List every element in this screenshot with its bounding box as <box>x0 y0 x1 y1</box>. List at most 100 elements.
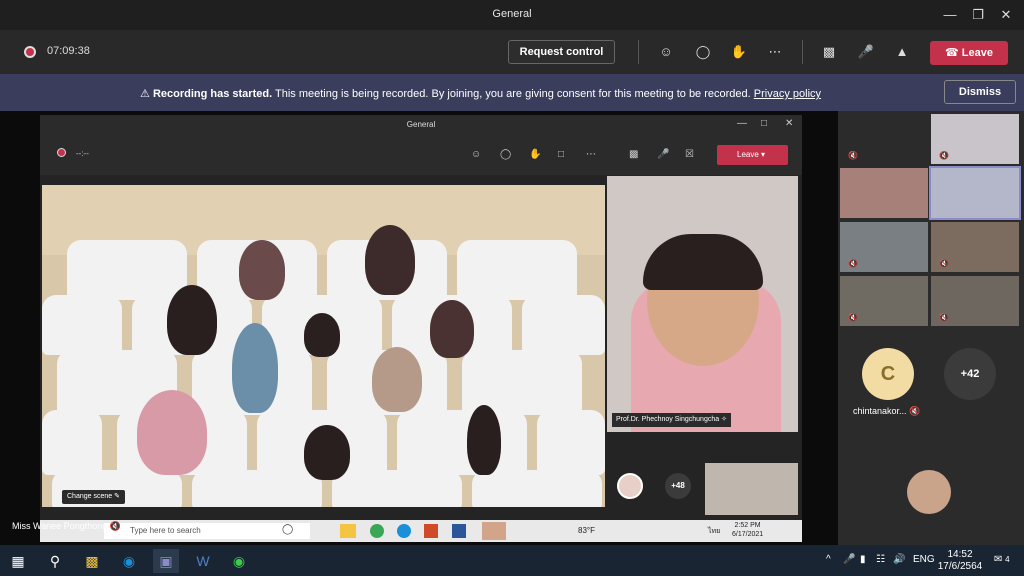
participant-tile[interactable]: 🔇 <box>840 276 928 326</box>
system-clock[interactable]: 14:52 17/6/2564 <box>936 549 984 573</box>
participant-video <box>232 323 278 413</box>
close-icon[interactable]: ✕ <box>996 6 1016 24</box>
divider <box>638 40 639 64</box>
language-indicator[interactable]: ENG <box>913 554 935 565</box>
participant-video <box>167 285 217 355</box>
inner-timer: --:-- <box>76 149 89 158</box>
meeting-timer: 07:09:38 <box>47 45 90 57</box>
inner-close-icon: ✕ <box>785 118 794 129</box>
file-explorer-icon[interactable]: ▩ <box>82 552 102 570</box>
participants-icon[interactable]: ☺ <box>657 43 675 61</box>
mic-icon[interactable]: 🎤 <box>843 554 855 565</box>
inner-mic-off-icon: 🎤 <box>657 149 670 160</box>
camera-off-icon[interactable]: ▩ <box>820 43 838 61</box>
mic-off-icon: 🔇 <box>109 521 121 531</box>
inner-folder-icon <box>340 524 356 538</box>
inner-edge-icon <box>397 524 411 538</box>
inner-teams-icon <box>482 522 506 540</box>
inner-powerpoint-icon <box>424 524 438 538</box>
participant-tile[interactable]: 🔇 <box>840 114 928 164</box>
volume-icon[interactable]: 🔊 <box>893 554 905 565</box>
tray-expand-icon[interactable]: ^ <box>826 554 831 565</box>
participant-video <box>372 347 422 412</box>
seat <box>457 240 577 300</box>
battery-icon[interactable]: ▮ <box>860 554 866 565</box>
spotlight-video <box>607 176 798 432</box>
start-icon[interactable]: ▦ <box>8 552 28 570</box>
minimize-icon[interactable]: — <box>940 6 960 24</box>
inner-controls-bar: --:-- ☺ ◯ ✋ □ ⋯ ▩ 🎤 ☒ Leave ▾ <box>40 135 802 175</box>
overflow-participants-button[interactable]: +42 <box>944 348 996 400</box>
more-options-icon[interactable]: ⋯ <box>766 43 784 61</box>
clock-time: 14:52 <box>947 549 973 560</box>
inner-reactions-icon: ✋ <box>529 149 542 160</box>
restore-icon[interactable]: ❐ <box>968 6 988 24</box>
seat <box>332 470 462 507</box>
word-icon[interactable]: W <box>193 552 213 570</box>
privacy-policy-link[interactable]: Privacy policy <box>754 88 821 100</box>
leave-button[interactable]: ☎ Leave <box>930 41 1008 65</box>
participant-tile[interactable]: 🔇 <box>931 276 1019 326</box>
seat <box>397 410 527 475</box>
share-screen-icon[interactable]: ▲ <box>893 43 911 61</box>
participant-tile[interactable]: 🔇 <box>840 222 928 272</box>
spotlight-name: Prof.Dr. Phechnoy Singchungcha <box>616 416 720 423</box>
windows-taskbar: ▦ ⚲ ▩ ◉ ▣ W ◉ ^ 🎤 ▮ ☷ 🔊 ENG 14:52 17/6/2… <box>0 545 1024 576</box>
clock-date: 17/6/2564 <box>937 561 983 572</box>
inner-share-icon: ☒ <box>685 149 694 160</box>
inner-leave-label: Leave <box>737 150 759 159</box>
phone-hangup-icon: ☎ <box>945 47 959 59</box>
mic-off-icon: 🔇 <box>848 259 858 268</box>
inner-participants-icon: ☺ <box>471 149 482 160</box>
inner-window-title: General <box>406 120 436 129</box>
chat-icon[interactable]: ◯ <box>694 43 712 61</box>
participant-tile-active[interactable] <box>929 166 1021 220</box>
mic-off-icon: 🔇 <box>939 313 949 322</box>
mic-off-icon[interactable]: 🎤 <box>857 43 875 61</box>
dismiss-button[interactable]: Dismiss <box>944 80 1016 104</box>
avatar[interactable]: C <box>862 348 914 400</box>
inner-search-box: Type here to search <box>104 523 310 539</box>
seat <box>472 470 602 507</box>
inner-clock-date: 6/17/2021 <box>732 531 764 538</box>
request-control-button[interactable]: Request control <box>508 40 615 64</box>
reactions-icon[interactable]: ✋ <box>730 43 748 61</box>
participant-name-text: chintanakor... <box>853 406 907 416</box>
presenter-name-tag: Miss Wanee Pongthong 🔇 <box>12 521 121 532</box>
self-view-avatar[interactable] <box>907 470 951 514</box>
inner-lang: ไทย <box>708 528 721 535</box>
seat <box>42 410 102 475</box>
inner-chrome-icon <box>370 524 384 538</box>
seat <box>42 295 122 355</box>
presenter-name: Miss Wanee Pongthong <box>12 521 108 531</box>
inner-leave-button: Leave ▾ <box>717 145 788 165</box>
seat <box>522 295 605 355</box>
participant-tile[interactable]: 🔇 <box>931 222 1019 272</box>
banner-body: This meeting is being recorded. By joini… <box>272 88 751 100</box>
inner-clock: 2:52 PM 6/17/2021 <box>732 521 763 539</box>
inner-restore-icon: □ <box>761 118 768 129</box>
mic-off-icon: 🔇 <box>939 151 949 160</box>
participant-video <box>304 425 350 480</box>
inner-titlebar: General — □ ✕ <box>40 115 802 135</box>
mic-off-icon: 🔇 <box>848 313 858 322</box>
participant-tile[interactable] <box>840 168 928 218</box>
seat <box>67 240 187 300</box>
search-icon[interactable]: ⚲ <box>45 552 65 570</box>
participant-tile[interactable]: 🔇 <box>931 114 1019 164</box>
line-icon[interactable]: ◉ <box>229 552 249 570</box>
edge-icon[interactable]: ◉ <box>119 552 139 570</box>
network-icon[interactable]: ☷ <box>876 554 885 565</box>
notifications-icon[interactable]: ✉ 4 <box>994 554 1010 565</box>
teams-icon[interactable]: ▣ <box>153 549 179 573</box>
window-titlebar: General — ❐ ✕ <box>0 0 1024 30</box>
spotlight-name-tag: Prof.Dr. Phechnoy Singchungcha ✧ <box>612 413 731 427</box>
inner-clock-time: 2:52 PM <box>734 522 761 529</box>
recording-icon <box>24 46 36 58</box>
participant-video <box>467 405 501 475</box>
inner-recording-icon <box>57 148 66 157</box>
change-scene-button: Change scene ✎ <box>62 490 125 504</box>
window-title: General <box>492 8 532 20</box>
banner-message: ⚠ Recording has started. This meeting is… <box>140 87 821 100</box>
participant-video <box>430 300 474 358</box>
